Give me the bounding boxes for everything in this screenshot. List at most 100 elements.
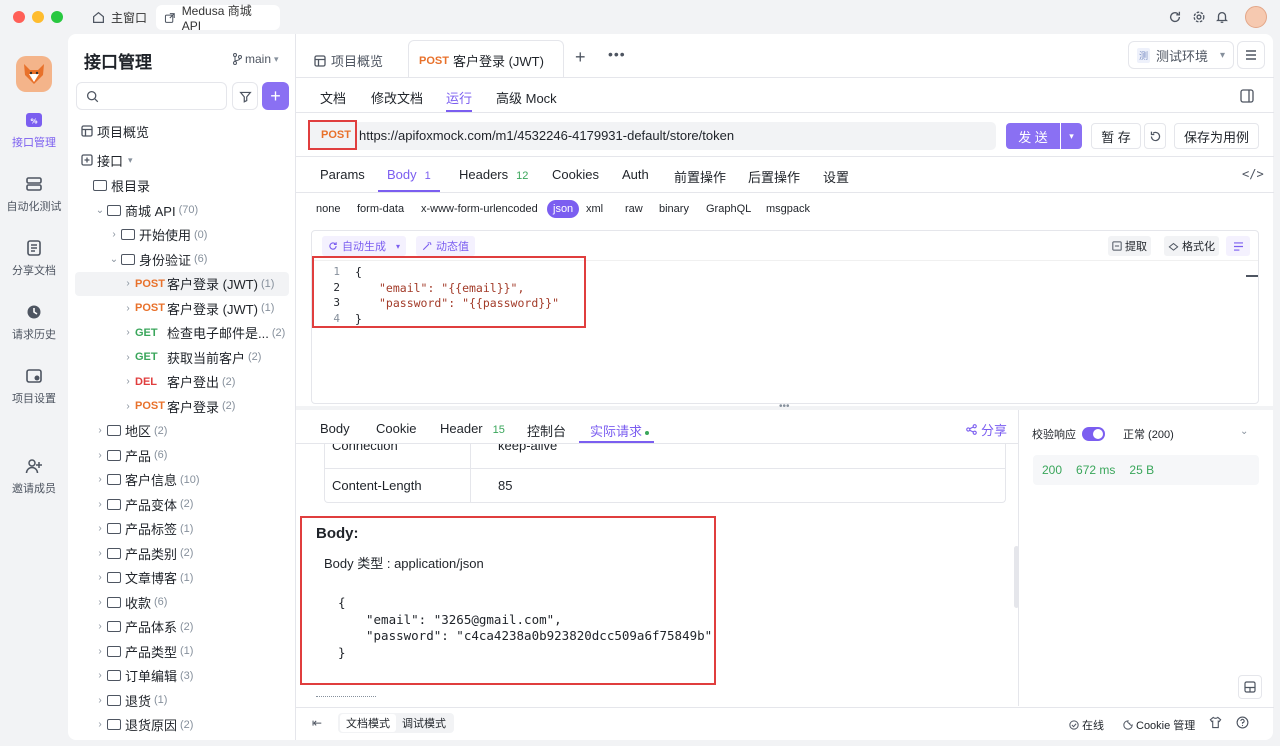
chevron-right-icon[interactable]: › <box>121 376 135 387</box>
api-endpoint-item[interactable]: › GET 检查电子邮件是... (2) <box>75 321 289 345</box>
body-type-option[interactable]: xml <box>586 203 603 215</box>
share-button[interactable]: 分享 <box>966 420 1007 439</box>
response-tab[interactable]: 实际请求 <box>590 421 650 440</box>
project-window-tab[interactable]: Medusa 商城 API <box>156 4 280 33</box>
wrap-toggle[interactable] <box>1226 236 1250 256</box>
api-endpoint-item[interactable]: › GET 获取当前客户 (2) <box>75 345 289 369</box>
format-button[interactable]: 格式化 <box>1164 236 1219 256</box>
chevron-right-icon[interactable]: › <box>93 646 107 657</box>
sub-tab[interactable]: 运行 <box>446 88 472 107</box>
sub-tab[interactable]: 修改文档 <box>371 88 423 107</box>
chevron-right-icon[interactable]: › <box>93 499 107 510</box>
folder-item[interactable]: › 订单编辑 (3) <box>75 664 289 688</box>
response-tab[interactable]: Body <box>320 421 350 436</box>
search-input[interactable] <box>76 82 227 110</box>
request-tab[interactable]: Cookies <box>552 167 599 182</box>
api-endpoint-item[interactable]: › POST 客户登录 (2) <box>75 394 289 418</box>
extract-button[interactable]: 提取 <box>1108 236 1151 256</box>
body-type-option[interactable]: binary <box>659 203 689 215</box>
chevron-right-icon[interactable]: › <box>93 548 107 559</box>
request-tab[interactable]: Body 1 <box>387 167 431 182</box>
code-icon[interactable]: </> <box>1242 167 1264 181</box>
chevron-right-icon[interactable]: › <box>107 229 121 240</box>
request-tab[interactable]: 设置 <box>823 167 849 186</box>
chevron-right-icon[interactable]: › <box>93 597 107 608</box>
url-bar[interactable]: POST https://apifoxmock.com/m1/4532246-4… <box>308 122 996 150</box>
url-input[interactable]: https://apifoxmock.com/m1/4532246-417993… <box>359 128 734 143</box>
folder-item[interactable]: › 客户信息 (10) <box>75 468 289 492</box>
chevron-right-icon[interactable]: › <box>93 523 107 534</box>
project-overview-item[interactable]: 项目概览 <box>75 119 289 143</box>
online-status[interactable]: 在线 <box>1069 717 1104 733</box>
request-tab[interactable]: Headers 12 <box>459 167 528 182</box>
debug-mode-button[interactable]: 调试模式 <box>396 714 452 732</box>
body-type-option[interactable]: form-data <box>357 203 404 215</box>
menu-button[interactable] <box>1237 41 1265 69</box>
chevron-right-icon[interactable]: › <box>121 352 135 363</box>
body-type-option[interactable]: x-www-form-urlencoded <box>421 203 538 215</box>
close-window-button[interactable] <box>13 11 25 23</box>
reset-button[interactable] <box>1144 123 1166 149</box>
folder-item[interactable]: › 产品标签 (1) <box>75 517 289 541</box>
api-endpoint-item[interactable]: › POST 客户登录 (JWT) (1) <box>75 271 289 296</box>
chevron-right-icon[interactable]: › <box>121 401 135 412</box>
folder-item[interactable]: › 产品类型 (1) <box>75 639 289 663</box>
request-tab[interactable]: 前置操作 <box>674 167 726 186</box>
response-tab[interactable]: Cookie <box>376 421 416 436</box>
chevron-right-icon[interactable]: › <box>121 303 135 314</box>
tab-project-overview[interactable]: 项目概览 <box>314 51 383 70</box>
folder-item[interactable]: ⌄ 商城 API (70) <box>75 198 289 222</box>
doc-mode-button[interactable]: 文档模式 <box>340 714 396 732</box>
chevron-right-icon[interactable]: › <box>93 719 107 730</box>
rail-item-history[interactable]: 请求历史 <box>0 304 68 342</box>
chevron-down-icon[interactable]: ⌄ <box>107 254 121 265</box>
environment-selector[interactable]: 测 测试环境 ▾ <box>1128 41 1234 69</box>
validate-toggle[interactable] <box>1082 427 1105 441</box>
chevron-down-icon[interactable]: ⌄ <box>1240 426 1248 437</box>
maximize-window-button[interactable] <box>51 11 63 23</box>
folder-item[interactable]: › 退货原因 (2) <box>75 713 289 737</box>
body-type-option[interactable]: raw <box>625 203 643 215</box>
cookie-manager-button[interactable]: Cookie 管理 <box>1123 717 1195 733</box>
body-type-option[interactable]: none <box>316 203 340 215</box>
send-options-button[interactable]: ▾ <box>1061 123 1082 149</box>
request-tab[interactable]: Params <box>320 167 365 182</box>
chevron-down-icon[interactable]: ⌄ <box>93 205 107 216</box>
project-logo[interactable] <box>16 56 52 92</box>
branch-selector[interactable]: main ▾ <box>232 52 279 66</box>
chevron-right-icon[interactable]: › <box>93 450 107 461</box>
shirt-icon[interactable] <box>1209 716 1222 729</box>
filter-button[interactable] <box>232 82 258 110</box>
chevron-right-icon[interactable]: › <box>93 621 107 632</box>
response-tab[interactable]: 控制台 <box>527 421 566 440</box>
chevron-right-icon[interactable]: › <box>93 670 107 681</box>
chevron-right-icon[interactable]: › <box>93 425 107 436</box>
add-button[interactable]: + <box>262 82 289 110</box>
save-as-case-button[interactable]: 保存为用例 <box>1174 123 1259 149</box>
folder-item[interactable]: › 文章博客 (1) <box>75 566 289 590</box>
api-endpoint-item[interactable]: › POST 客户登录 (JWT) (1) <box>75 296 289 320</box>
rail-item-api-management[interactable]: % 接口管理 <box>0 112 68 150</box>
send-button[interactable]: 发 送 <box>1006 123 1060 149</box>
root-dir-item[interactable]: 根目录 <box>75 173 289 197</box>
rail-item-invite-members[interactable]: 邀请成员 <box>0 458 68 496</box>
sub-tab[interactable]: 文档 <box>320 88 346 107</box>
save-draft-button[interactable]: 暂 存 <box>1091 123 1141 149</box>
body-type-option[interactable]: GraphQL <box>706 203 751 215</box>
new-tab-button[interactable]: + <box>575 47 586 68</box>
api-root-item[interactable]: 接口 ▾ <box>75 148 289 172</box>
api-endpoint-item[interactable]: › DEL 客户登出 (2) <box>75 370 289 394</box>
body-type-option[interactable]: msgpack <box>766 203 810 215</box>
folder-item[interactable]: › 开始使用 (0) <box>75 223 289 247</box>
rail-item-share-docs[interactable]: 分享文档 <box>0 240 68 278</box>
split-panel-icon[interactable] <box>1240 89 1254 103</box>
minimize-window-button[interactable] <box>32 11 44 23</box>
folder-item[interactable]: › 产品 (6) <box>75 443 289 467</box>
auto-generate-button[interactable]: 自动生成 ▾ <box>322 236 407 256</box>
home-window-tab[interactable]: 主窗口 <box>84 5 155 30</box>
chevron-right-icon[interactable]: › <box>93 572 107 583</box>
sub-tab[interactable]: 高级 Mock <box>496 88 557 107</box>
drag-handle-icon[interactable]: ••• <box>779 401 790 412</box>
more-tabs-button[interactable]: ••• <box>608 46 626 62</box>
refresh-icon[interactable] <box>1168 10 1182 24</box>
